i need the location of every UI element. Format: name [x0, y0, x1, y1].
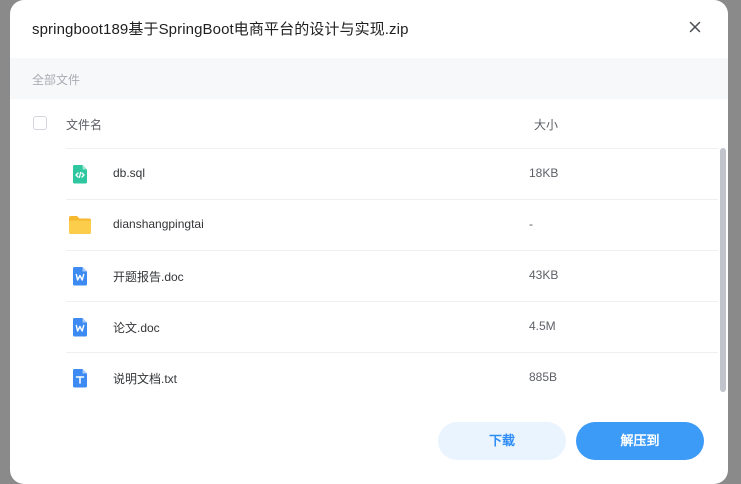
word-doc-icon — [69, 265, 91, 287]
folder-icon — [67, 213, 93, 237]
file-name: 开题报告.doc — [113, 270, 184, 284]
scrollbar[interactable] — [720, 148, 726, 398]
column-header-name: 文件名 — [66, 118, 103, 132]
word-doc-icon — [69, 316, 91, 338]
file-name: 论文.doc — [113, 321, 160, 335]
dialog-title: springboot189基于SpringBoot电商平台的设计与实现.zip — [32, 21, 409, 38]
text-file-icon — [69, 367, 91, 389]
column-header-size: 大小 — [534, 118, 559, 132]
file-size: 885B — [529, 370, 558, 384]
extract-to-button[interactable]: 解压到 — [576, 422, 704, 460]
breadcrumb-all-files[interactable]: 全部文件 — [32, 71, 80, 88]
download-button[interactable]: 下载 — [438, 422, 566, 460]
archive-preview-dialog: springboot189基于SpringBoot电商平台的设计与实现.zip … — [10, 0, 728, 484]
file-size: - — [529, 217, 533, 231]
select-all-checkbox[interactable] — [33, 116, 47, 130]
file-list: db.sql 18KB dianshangpingtai - 开题报告.doc … — [66, 148, 718, 403]
close-icon — [689, 21, 701, 33]
table-row[interactable]: 开题报告.doc 43KB — [66, 250, 718, 301]
file-size: 4.5M — [529, 319, 556, 333]
file-name: db.sql — [113, 166, 146, 180]
table-header: 文件名 大小 — [10, 99, 728, 148]
scrollbar-thumb[interactable] — [720, 148, 726, 392]
table-row[interactable]: 论文.doc 4.5M — [66, 301, 718, 352]
file-name: 说明文档.txt — [113, 372, 178, 386]
table-row[interactable]: db.sql 18KB — [66, 148, 718, 199]
file-size: 18KB — [529, 166, 559, 180]
code-file-icon — [69, 163, 91, 185]
table-row[interactable]: 说明文档.txt 885B — [66, 352, 718, 403]
close-button[interactable] — [684, 16, 706, 38]
file-name: dianshangpingtai — [113, 217, 204, 231]
table-row[interactable]: dianshangpingtai - — [66, 199, 718, 250]
file-size: 43KB — [529, 268, 559, 282]
breadcrumb-bar: 全部文件 — [10, 58, 728, 99]
